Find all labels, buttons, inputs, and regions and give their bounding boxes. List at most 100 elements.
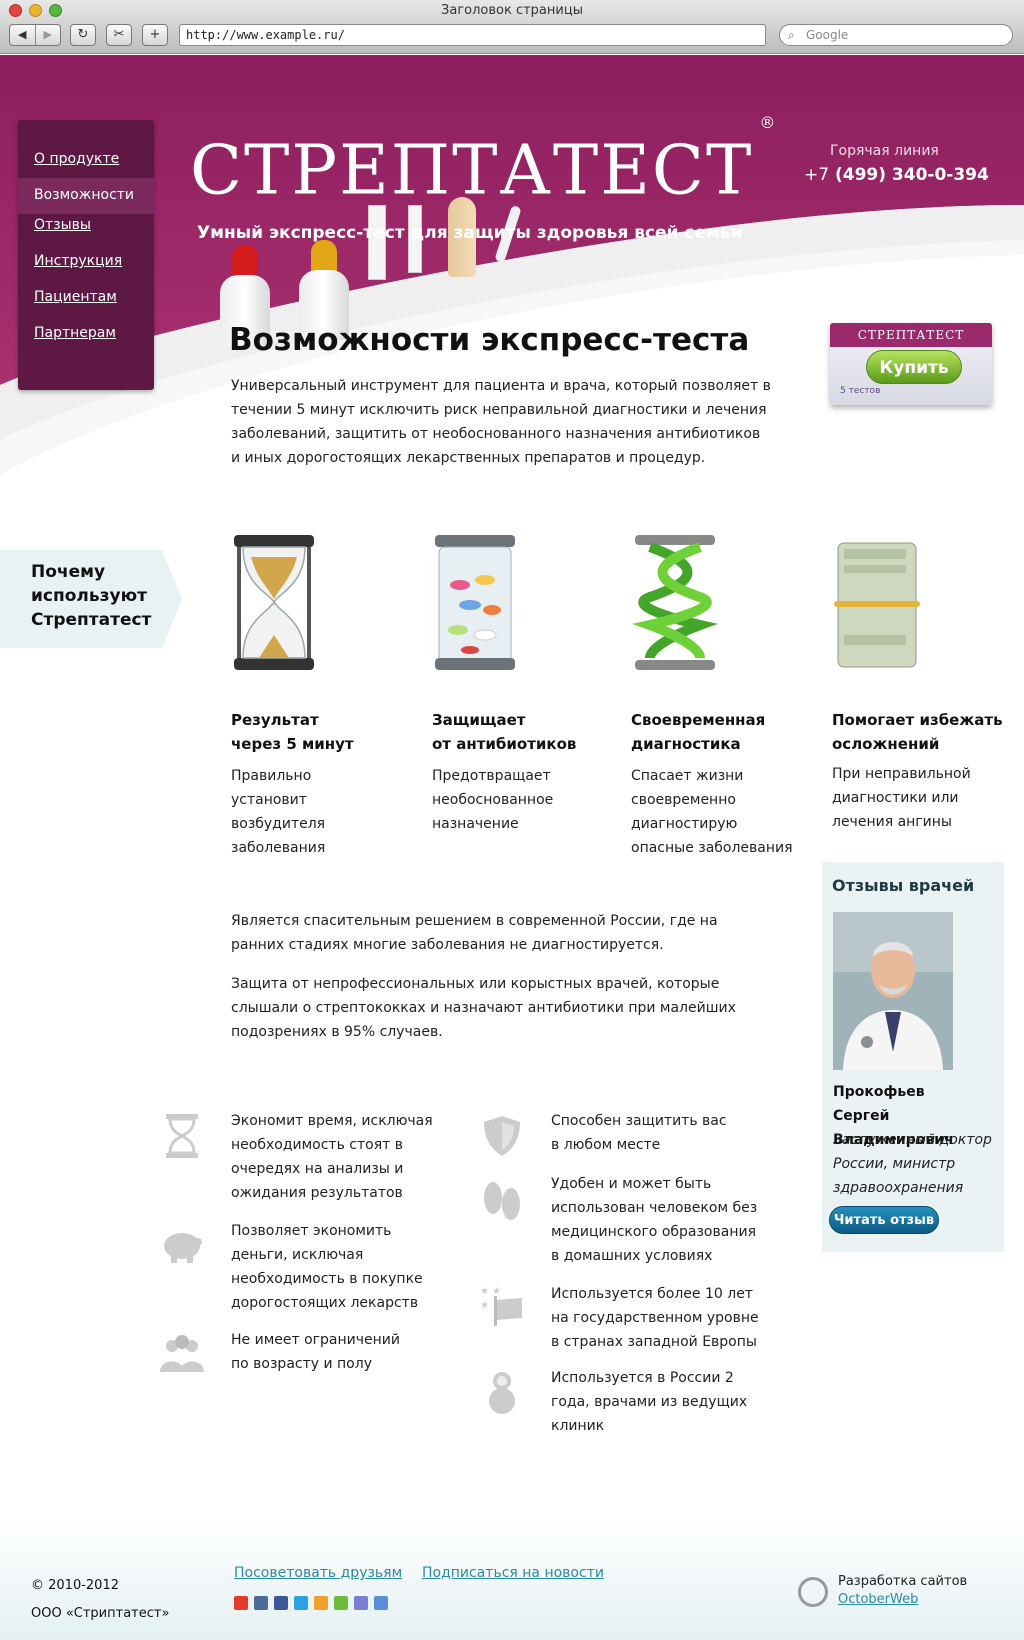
mail-ru-icon[interactable]: [314, 1596, 328, 1610]
feature-title-line: через 5 минут: [231, 735, 354, 753]
social-share-icons: [234, 1596, 388, 1610]
money-roll-icon: [834, 542, 920, 668]
facebook-icon[interactable]: [274, 1596, 288, 1610]
piggy-bank-icon: [164, 1233, 202, 1263]
hotline-phone: +7 (499) 340-0-394: [804, 165, 989, 185]
nav-item-reviews[interactable]: Отзывы: [18, 214, 154, 250]
social-icon[interactable]: [234, 1596, 248, 1610]
site-footer: © 2010-2012 ООО «Стриптатест» Посоветова…: [0, 1520, 1024, 1640]
nav-item-instructions[interactable]: Инструкция: [18, 250, 154, 286]
phone-prefix: +7: [804, 165, 830, 185]
why-heading-line: используют: [31, 586, 147, 606]
feature-title-line: диагностика: [631, 735, 741, 753]
test-count-label: 5 тестов: [840, 386, 881, 396]
search-icon: ⌕: [788, 28, 795, 42]
forward-button[interactable]: ▶: [34, 25, 61, 45]
matryoshka-icon: [489, 1372, 515, 1414]
svg-text:★ ★: ★ ★: [480, 1286, 501, 1297]
subscribe-news-link[interactable]: Подписаться на новости: [422, 1565, 604, 1581]
benefit-text: Не имеет ограничений по возрасту и полу: [231, 1332, 400, 1372]
back-button[interactable]: ◀: [10, 25, 35, 45]
search-field[interactable]: ⌕ Google: [779, 24, 1013, 46]
main-navigation: О продукте Возможности Отзывы Инструкция…: [18, 120, 154, 390]
hourglass-icon: [234, 535, 314, 670]
vk-icon[interactable]: [254, 1596, 268, 1610]
read-review-button[interactable]: Читать отзыв: [829, 1206, 939, 1234]
window-title: Заголовок страницы: [441, 3, 583, 18]
brand-name: СТРЕПТАТЕСТ: [190, 131, 754, 211]
livejournal-icon[interactable]: [354, 1596, 368, 1610]
feature-title-line: от антибиотиков: [432, 735, 577, 753]
tagline: Умный экспресс-тест для защиты здоровья …: [197, 223, 743, 243]
recommend-friends-link[interactable]: Посоветовать друзьям: [234, 1565, 402, 1581]
twitter-icon[interactable]: [294, 1596, 308, 1610]
benefit-text: Позволяет экономить деньги, исключая нео…: [231, 1223, 423, 1311]
search-placeholder: Google: [806, 28, 849, 42]
new-tab-button[interactable]: +: [142, 24, 168, 46]
intro-text: Универсальный инструмент для пациента и …: [231, 378, 771, 466]
benefit-text: Удобен и может быть использован человеко…: [551, 1176, 758, 1264]
buy-button[interactable]: Купить: [866, 350, 962, 384]
nav-item-features[interactable]: Возможности: [18, 178, 154, 214]
minimize-window-button[interactable]: [29, 4, 42, 17]
buy-box[interactable]: СТРЕПТАТЕСТ Купить 5 тестов: [830, 323, 992, 405]
body-paragraph: Является спасительным решением в совреме…: [231, 913, 718, 953]
doctor-photo: [833, 912, 953, 1070]
feature-title-line: Результат: [231, 711, 319, 729]
copyright-text: © 2010-2012: [31, 1578, 119, 1593]
company-name: ООО «Стриптатест»: [31, 1606, 170, 1621]
hotline-label: Горячая линия: [830, 143, 939, 159]
eu-flag-icon: ★ ★ ★: [480, 1286, 522, 1326]
buy-box-brand: СТРЕПТАТЕСТ: [830, 323, 992, 347]
social-icon[interactable]: [374, 1596, 388, 1610]
pills-jar-icon: [435, 535, 515, 670]
nav-item-partners[interactable]: Партнерам: [18, 322, 154, 358]
feature-title-line: Защищает: [432, 711, 526, 729]
feature-title: Помогает избежать осложнений: [832, 708, 1017, 756]
developer-label: Разработка сайтов: [838, 1574, 968, 1589]
brand-logo[interactable]: СТРЕПТАТЕСТ ®: [190, 113, 777, 212]
feature-description: Правильно установит возбудителя заболева…: [231, 768, 326, 856]
feature-description: Предотвращает необоснованное назначение: [432, 768, 554, 832]
why-heading-line: Стрептатест: [31, 610, 152, 630]
doctor-role: Заслуженный доктор России, министр здрав…: [833, 1132, 992, 1196]
feature-description: Спасает жизни своевременно диагностирую …: [631, 768, 793, 856]
feature-title: Своевременная диагностика: [631, 708, 765, 756]
zoom-window-button[interactable]: [49, 4, 62, 17]
feature-description: При неправильной диагностики или лечения…: [832, 766, 971, 830]
feature-title-line: Помогает избежать: [832, 711, 1003, 729]
registered-mark: ®: [759, 113, 778, 132]
feature-title-line: осложнений: [832, 735, 940, 753]
page-title: Возможности экспресс-теста: [229, 322, 750, 358]
social-icon[interactable]: [334, 1596, 348, 1610]
dna-icon: [632, 535, 718, 670]
benefit-text: Используется более 10 лет на государстве…: [551, 1286, 759, 1350]
doctor-reviews-panel: Отзывы врачей Прокофьев Сергей Владимиро…: [822, 862, 1004, 1252]
phone-number: (499) 340-0-394: [834, 165, 989, 185]
developer-link[interactable]: OctoberWeb: [838, 1592, 918, 1607]
feature-title: Защищает от антибиотиков: [432, 708, 576, 756]
benefit-text: Способен защитить вас в любом месте: [551, 1113, 727, 1153]
feature-title: Результат через 5 минут: [231, 708, 354, 756]
hourglass-icon: [166, 1114, 198, 1158]
benefit-text: Экономит время, исключая необходимость с…: [231, 1113, 433, 1201]
body-paragraph: Защита от непрофессиональных или корыстн…: [231, 976, 736, 1040]
doctor-name-line: Прокофьев: [833, 1084, 925, 1100]
browser-chrome: Заголовок страницы ◀ ▶ ↻ ✂ + http://www.…: [0, 0, 1024, 54]
address-bar[interactable]: http://www.example.ru/: [179, 24, 766, 46]
snip-button[interactable]: ✂: [106, 24, 132, 46]
nav-item-patients[interactable]: Пациентам: [18, 286, 154, 322]
reviews-title: Отзывы врачей: [832, 876, 975, 895]
feature-title-line: Своевременная: [631, 711, 766, 729]
close-window-button[interactable]: [9, 4, 22, 17]
history-nav: ◀ ▶: [9, 24, 61, 46]
people-icon: [160, 1335, 204, 1372]
why-heading: Почему используют Стрептатест: [31, 560, 151, 632]
why-heading-line: Почему: [31, 562, 106, 582]
flip-flops-icon: [484, 1182, 520, 1220]
reload-button[interactable]: ↻: [70, 24, 96, 46]
svg-text:★: ★: [480, 1300, 489, 1311]
footer-copyright: © 2010-2012 ООО «Стриптатест»: [31, 1572, 169, 1628]
shield-icon: [484, 1116, 520, 1156]
octoberweb-logo-icon: [798, 1577, 828, 1607]
